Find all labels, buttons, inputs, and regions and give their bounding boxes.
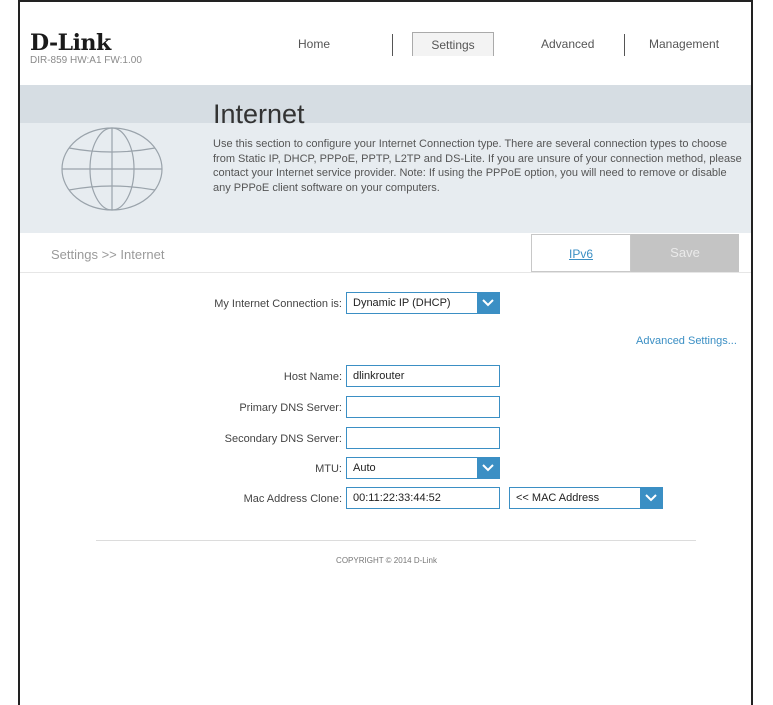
nav-divider bbox=[624, 34, 625, 56]
nav-divider bbox=[392, 34, 393, 56]
primary-dns-label: Primary DNS Server: bbox=[239, 402, 342, 414]
divider bbox=[20, 272, 751, 273]
secondary-dns-input[interactable] bbox=[346, 427, 500, 449]
chevron-down-icon bbox=[640, 488, 662, 508]
connection-type-value: Dynamic IP (DHCP) bbox=[353, 297, 451, 309]
mtu-label: MTU: bbox=[315, 463, 342, 475]
nav-advanced[interactable]: Advanced bbox=[541, 37, 594, 51]
globe-icon bbox=[61, 127, 163, 211]
connection-type-select[interactable]: Dynamic IP (DHCP) bbox=[346, 292, 500, 314]
connection-type-label: My Internet Connection is: bbox=[214, 298, 342, 310]
mtu-value: Auto bbox=[353, 462, 376, 474]
mac-clone-label: Mac Address Clone: bbox=[243, 493, 342, 505]
nav-home[interactable]: Home bbox=[298, 37, 330, 51]
advanced-settings-link[interactable]: Advanced Settings... bbox=[636, 335, 737, 347]
secondary-dns-label: Secondary DNS Server: bbox=[224, 433, 342, 445]
host-name-input[interactable] bbox=[346, 365, 500, 387]
mtu-select[interactable]: Auto bbox=[346, 457, 500, 479]
ipv6-button[interactable]: IPv6 bbox=[531, 234, 631, 272]
mac-clone-input[interactable] bbox=[346, 487, 500, 509]
model-info: DIR-859 HW:A1 FW:1.00 bbox=[30, 55, 142, 66]
nav-settings-tab[interactable]: Settings bbox=[412, 32, 494, 56]
mac-address-select-value: << MAC Address bbox=[516, 492, 600, 504]
mac-address-select[interactable]: << MAC Address bbox=[509, 487, 663, 509]
dlink-logo: D-Link bbox=[30, 30, 111, 56]
chevron-down-icon bbox=[477, 458, 499, 478]
primary-dns-input[interactable] bbox=[346, 396, 500, 418]
banner-strip bbox=[20, 85, 751, 123]
host-name-label: Host Name: bbox=[283, 371, 342, 383]
copyright: COPYRIGHT © 2014 D-Link bbox=[336, 556, 437, 565]
nav-management[interactable]: Management bbox=[649, 37, 719, 51]
page-description: Use this section to configure your Inter… bbox=[213, 138, 742, 194]
page-title: Internet bbox=[213, 99, 305, 129]
save-button[interactable]: Save bbox=[631, 234, 739, 272]
chevron-down-icon bbox=[477, 293, 499, 313]
breadcrumb: Settings >> Internet bbox=[51, 247, 165, 262]
footer-divider bbox=[96, 540, 696, 541]
